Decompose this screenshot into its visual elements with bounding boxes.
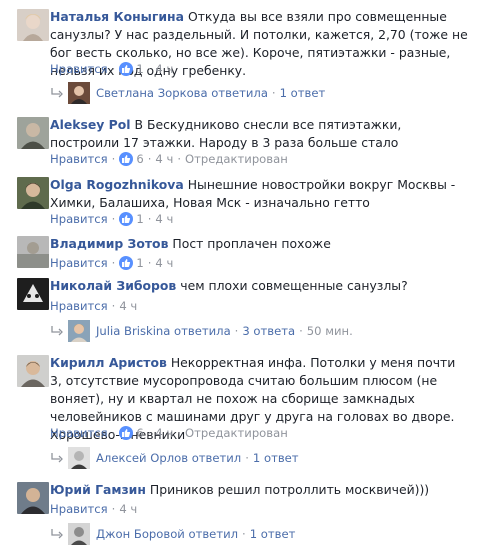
separator: · — [147, 426, 152, 440]
comment-text: чем плохи совмещенные санузлы? — [180, 278, 408, 293]
like-link[interactable]: Нравится — [50, 255, 108, 271]
avatar[interactable] — [17, 355, 49, 387]
avatar[interactable] — [17, 177, 49, 209]
separator: · — [111, 62, 116, 76]
separator: · — [147, 212, 152, 226]
like-link[interactable]: Нравится — [50, 425, 108, 441]
separator: · — [147, 152, 152, 166]
comment-author[interactable]: Юрий Гамзин — [50, 482, 146, 497]
like-icon — [119, 256, 134, 270]
comment-time[interactable]: 4 ч — [155, 255, 173, 271]
reply-author[interactable]: Julia Briskina ответила — [96, 323, 231, 339]
reply-arrow-icon — [51, 326, 63, 336]
separator: · — [271, 86, 276, 100]
separator: · — [147, 256, 152, 270]
like-icon — [119, 152, 134, 166]
separator: · — [111, 152, 116, 166]
avatar[interactable] — [17, 278, 49, 310]
reply-author[interactable]: Светлана Зоркова ответила — [96, 85, 268, 101]
separator: · — [111, 502, 116, 516]
like-count[interactable]: 1 — [136, 255, 143, 271]
comment-author[interactable]: Николай Зиборов — [50, 278, 176, 293]
like-link[interactable]: Нравится — [50, 501, 108, 517]
like-count[interactable]: 6 — [136, 425, 143, 441]
like-count[interactable]: 1 — [136, 211, 143, 227]
comment-time[interactable]: 4 ч — [155, 425, 173, 441]
reply-author[interactable]: Джон Боровой ответил — [96, 526, 238, 542]
separator: · — [299, 324, 303, 338]
like-count[interactable]: 6 — [136, 151, 143, 167]
like-icon — [119, 212, 134, 226]
separator: · — [111, 426, 116, 440]
avatar[interactable] — [17, 482, 49, 514]
reply-count[interactable]: 1 ответ — [253, 450, 299, 466]
separator: · — [111, 256, 116, 270]
reply-arrow-icon — [51, 88, 63, 98]
avatar[interactable] — [17, 117, 49, 149]
comment-text: Пост проплачен похоже — [172, 236, 331, 251]
reply-time[interactable]: 50 мин. — [307, 323, 353, 339]
comment-author[interactable]: Наталья Коныгина — [50, 9, 184, 24]
reply-avatar — [68, 447, 90, 469]
reply-avatar — [68, 82, 90, 104]
reply-avatar — [68, 523, 90, 545]
comment-author[interactable]: Кирилл Аристов — [50, 355, 167, 370]
reply-count[interactable]: 1 ответ — [280, 85, 326, 101]
separator: · — [242, 527, 246, 541]
separator: · — [177, 426, 182, 440]
comment-time[interactable]: 4 ч — [155, 61, 173, 77]
comment-author[interactable]: Aleksey Pol — [50, 117, 131, 132]
like-link[interactable]: Нравится — [50, 61, 108, 77]
replies-link[interactable]: Julia Briskina ответила · 3 ответа · 50 … — [50, 320, 353, 342]
like-link[interactable]: Нравится — [50, 151, 108, 167]
comment-text: Приников решил потроллить москвичей))) — [149, 482, 430, 497]
like-link[interactable]: Нравится — [50, 211, 108, 227]
separator: · — [147, 62, 152, 76]
separator: · — [177, 152, 182, 166]
reply-count[interactable]: 3 ответа — [242, 323, 295, 339]
comment-author[interactable]: Olga Rogozhnikova — [50, 177, 184, 192]
replies-link[interactable]: Джон Боровой ответил · 1 ответ — [50, 523, 295, 545]
replies-link[interactable]: Светлана Зоркова ответила · 1 ответ — [50, 82, 325, 104]
reply-avatar — [68, 320, 90, 342]
comment-author[interactable]: Владимир Зотов — [50, 236, 168, 251]
edited-label[interactable]: Отредактирован — [185, 425, 288, 441]
comment-time[interactable]: 4 ч — [119, 298, 137, 314]
like-icon — [119, 62, 134, 76]
avatar[interactable] — [17, 236, 49, 268]
reply-arrow-icon — [51, 453, 63, 463]
like-icon — [119, 426, 134, 440]
comment-time[interactable]: 4 ч — [155, 211, 173, 227]
separator: · — [234, 324, 239, 338]
reply-count[interactable]: 1 ответ — [250, 526, 296, 542]
edited-label[interactable]: Отредактирован — [185, 151, 288, 167]
separator: · — [111, 212, 116, 226]
like-link[interactable]: Нравится — [50, 298, 108, 314]
like-count[interactable]: 1 — [136, 61, 143, 77]
comment-time[interactable]: 4 ч — [119, 501, 137, 517]
separator: · — [111, 299, 116, 313]
reply-author[interactable]: Алексей Орлов ответил — [96, 450, 241, 466]
separator: · — [245, 451, 249, 465]
comment-time[interactable]: 4 ч — [155, 151, 173, 167]
avatar[interactable] — [17, 9, 49, 41]
reply-arrow-icon — [51, 529, 63, 539]
replies-link[interactable]: Алексей Орлов ответил · 1 ответ — [50, 447, 299, 469]
